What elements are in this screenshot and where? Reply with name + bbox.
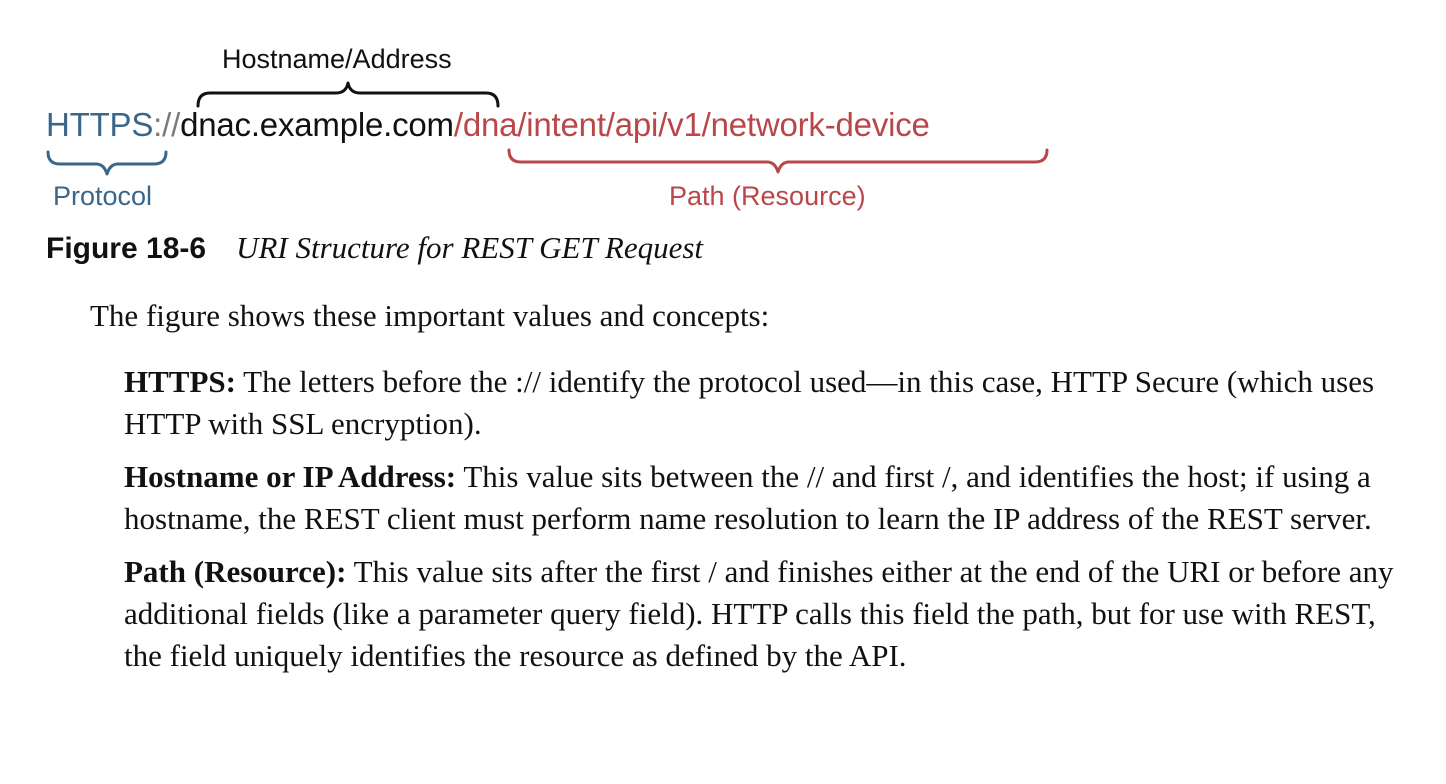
intro-paragraph: The figure shows these important values … (90, 298, 770, 333)
path-brace (507, 148, 1049, 174)
path-label: Path (Resource) (669, 181, 866, 211)
uri-protocol: HTTPS (46, 106, 154, 143)
definition-item-path: Path (Resource): This value sits after t… (124, 551, 1414, 677)
definition-text: The letters before the :// identify the … (124, 364, 1375, 441)
protocol-brace (46, 150, 168, 176)
uri-host: dnac.example.com (180, 106, 454, 143)
definition-term: Path (Resource): (124, 554, 347, 589)
hostname-brace (196, 81, 500, 108)
uri-structure-figure: Hostname/Address HTTPS://dnac.example.co… (0, 0, 1446, 225)
caption-number: Figure 18-6 (46, 232, 207, 265)
definition-item-hostname: Hostname or IP Address: This value sits … (124, 456, 1414, 540)
definition-list: HTTPS: The letters before the :// identi… (124, 361, 1414, 688)
caption-title: URI Structure for REST GET Request (236, 230, 704, 265)
definition-term: HTTPS: (124, 364, 236, 399)
uri-path: /dna/intent/api/v1/network-device (453, 106, 930, 143)
protocol-label: Protocol (53, 181, 153, 211)
definition-item-https: HTTPS: The letters before the :// identi… (124, 361, 1414, 445)
definition-term: Hostname or IP Address: (124, 459, 457, 494)
hostname-label: Hostname/Address (222, 44, 452, 74)
uri-separator: :// (153, 106, 181, 143)
uri-example: HTTPS://dnac.example.com/dna/intent/api/… (46, 106, 930, 144)
figure-caption: Figure 18-6 URI Structure for REST GET Re… (46, 230, 703, 266)
